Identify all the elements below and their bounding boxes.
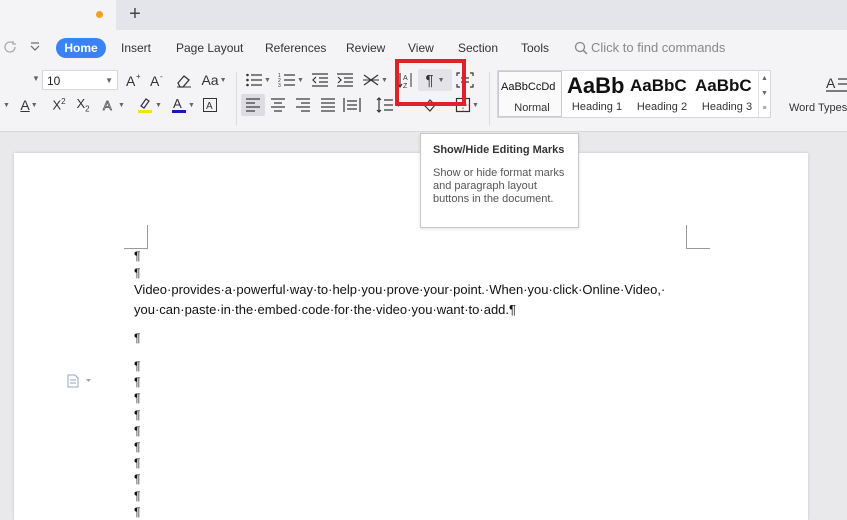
menu-tools[interactable]: Tools: [521, 41, 549, 55]
paragraph-mark: ¶: [134, 391, 141, 405]
styles-gallery-scroll[interactable]: ▲ ▼ ≡: [758, 71, 770, 117]
paragraph-mark: ¶: [134, 249, 141, 263]
chinese-layout-icon[interactable]: ▼: [361, 69, 389, 91]
svg-text:-: -: [160, 72, 163, 81]
decrease-indent-button[interactable]: [310, 69, 330, 91]
grow-font-button[interactable]: A +: [124, 69, 144, 91]
annotation-highlight-box: [395, 59, 466, 106]
menu-home[interactable]: Home: [56, 38, 106, 58]
menu-section[interactable]: Section: [458, 41, 498, 55]
command-search[interactable]: Click to find commands: [574, 40, 754, 56]
svg-text:A: A: [173, 96, 182, 111]
svg-text:A: A: [826, 75, 836, 91]
font-color-button[interactable]: A ▼: [168, 94, 198, 116]
command-search-placeholder: Click to find commands: [591, 40, 726, 55]
shrink-font-button[interactable]: A-: [148, 69, 168, 91]
document-page[interactable]: ¶ ¶ Video·provides·a·powerful·way·to·hel…: [14, 153, 808, 520]
align-center-button[interactable]: [268, 94, 288, 116]
style-heading-2-preview: AaBbC: [630, 76, 687, 95]
svg-text:3: 3: [278, 83, 281, 88]
subscript-button[interactable]: X2: [73, 94, 93, 116]
paragraph-mark: ¶: [134, 489, 141, 503]
margin-corner-top-left: [124, 225, 148, 249]
highlight-color-button[interactable]: ▼: [134, 94, 164, 116]
style-heading-1-label: Heading 1: [571, 101, 623, 113]
unsaved-indicator: [96, 11, 103, 18]
font-dropdown-caret[interactable]: ▼: [0, 94, 12, 116]
paragraph-mark: ¶: [134, 472, 141, 486]
style-heading-2[interactable]: AaBbC Heading 2: [629, 71, 695, 117]
paragraph-mark: ¶: [134, 456, 141, 470]
paragraph-mark: ¶: [134, 440, 141, 454]
svg-text:A: A: [206, 101, 213, 112]
align-right-button[interactable]: [293, 94, 313, 116]
word-types-icon: A: [826, 75, 847, 92]
font-size-input[interactable]: 10 ▼: [42, 70, 118, 90]
new-tab-button[interactable]: +: [126, 3, 144, 25]
paragraph-mark: ¶: [134, 359, 141, 373]
superscript-button[interactable]: X2: [49, 94, 69, 116]
style-heading-1-preview: AaBb: [567, 73, 625, 98]
svg-text:A: A: [103, 98, 112, 113]
font-name-dropdown-icon[interactable]: ▼: [32, 74, 40, 83]
margin-corner-top-right: [686, 225, 710, 249]
search-icon: [574, 41, 588, 55]
bullets-button[interactable]: ▼: [244, 69, 272, 91]
styles-gallery: AaBbCcDd Normal AaBb Heading 1 AaBbC Hea…: [497, 70, 771, 118]
paragraph-mark: ¶: [134, 505, 141, 519]
menu-insert[interactable]: Insert: [121, 41, 151, 55]
word-types-label: Word Types: [789, 102, 847, 114]
svg-text:+: +: [136, 72, 141, 81]
paragraph-mark: ¶: [134, 424, 141, 438]
show-hide-tooltip: Show/Hide Editing Marks Show or hide for…: [420, 133, 579, 228]
style-heading-3[interactable]: AaBbC Heading 3: [694, 71, 760, 117]
quick-access-dropdown-icon[interactable]: [28, 41, 42, 53]
style-normal[interactable]: AaBbCcDd Normal: [498, 71, 562, 117]
font-size-value: 10: [47, 74, 61, 88]
paragraph-mark: ¶: [134, 408, 141, 422]
svg-text:A: A: [126, 73, 136, 88]
word-types-button[interactable]: A Word Types: [786, 70, 847, 118]
change-case-button[interactable]: Aa ▼: [199, 69, 229, 91]
tooltip-title: Show/Hide Editing Marks: [433, 144, 565, 156]
paragraph-mark: ¶: [134, 266, 141, 280]
paragraph-mark: ¶: [134, 375, 141, 389]
clear-format-eraser-icon[interactable]: [174, 69, 194, 91]
tab-bar: +: [0, 0, 847, 30]
style-normal-label: Normal: [514, 102, 550, 114]
style-heading-1[interactable]: AaBb Heading 1: [564, 71, 630, 117]
document-tab[interactable]: [0, 0, 116, 30]
justify-button[interactable]: [318, 94, 338, 116]
tooltip-body: Show or hide format marks and paragraph …: [433, 167, 565, 205]
svg-text:A: A: [150, 73, 160, 88]
paragraph-mark: ¶: [134, 331, 141, 345]
text-effects-button[interactable]: A ▼: [98, 94, 128, 116]
menu-page-layout[interactable]: Page Layout: [176, 41, 243, 55]
menu-references[interactable]: References: [265, 41, 326, 55]
body-text-line: Video·provides·a·powerful·way·to·help·yo…: [134, 282, 666, 297]
redo-icon[interactable]: [4, 40, 18, 54]
style-heading-2-label: Heading 2: [636, 101, 688, 113]
style-heading-3-label: Heading 3: [701, 101, 753, 113]
body-text-line: you·can·paste·in·the·embed·code·for·the·…: [134, 302, 516, 317]
menu-view[interactable]: View: [408, 41, 434, 55]
distributed-align-button[interactable]: [342, 94, 362, 116]
strikethrough-underline-button[interactable]: A ▼: [16, 94, 42, 116]
align-left-button[interactable]: [241, 94, 265, 116]
style-heading-3-preview: AaBbC: [695, 76, 752, 95]
style-normal-preview: AaBbCcDd: [501, 81, 556, 93]
menu-review[interactable]: Review: [346, 41, 385, 55]
font-size-dropdown-icon[interactable]: ▼: [105, 76, 113, 85]
increase-indent-button[interactable]: [335, 69, 355, 91]
numbering-button[interactable]: 1 2 3 ▼: [277, 69, 305, 91]
character-border-button[interactable]: A: [200, 94, 220, 116]
paragraph-layout-side-icon[interactable]: [67, 374, 93, 388]
